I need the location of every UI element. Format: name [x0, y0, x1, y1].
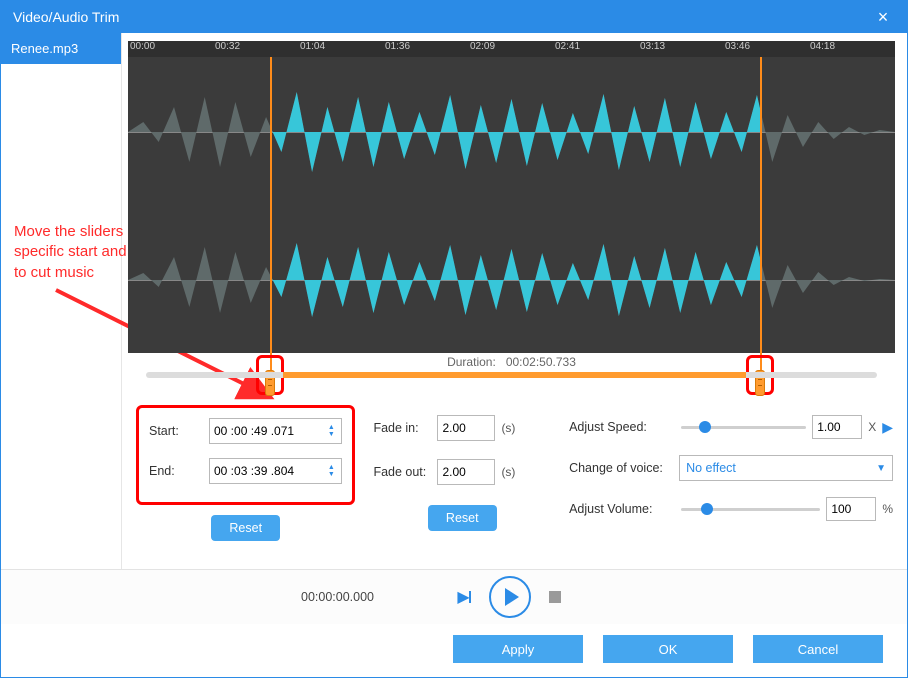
- reset-time-button[interactable]: Reset: [211, 515, 280, 541]
- volume-slider[interactable]: [681, 500, 820, 518]
- duration-label: Duration:: [447, 355, 496, 369]
- down-icon[interactable]: ▼: [325, 431, 337, 438]
- jump-end-icon[interactable]: ▶: [457, 587, 470, 607]
- up-icon[interactable]: ▲: [325, 424, 337, 431]
- start-time-input[interactable]: ▲▼: [209, 418, 342, 444]
- volume-value-input[interactable]: [826, 497, 876, 521]
- time-track[interactable]: Duration: 00:02:50.733: [140, 353, 883, 397]
- up-icon[interactable]: ▲: [325, 464, 337, 471]
- voice-value: No effect: [686, 461, 736, 475]
- playback-time: 00:00:00.000: [301, 590, 374, 604]
- start-label: Start:: [149, 424, 209, 438]
- end-time-input[interactable]: ▲▼: [209, 458, 342, 484]
- chevron-down-icon: ▼: [876, 463, 886, 474]
- ruler-tick: 03:13: [640, 41, 725, 57]
- play-icon: [505, 588, 519, 606]
- ruler-tick: 02:41: [555, 41, 640, 57]
- wave-selected: [270, 67, 760, 197]
- cancel-button[interactable]: Cancel: [753, 635, 883, 663]
- reset-fade-button[interactable]: Reset: [428, 505, 497, 531]
- ruler-tick: 00:32: [215, 41, 300, 57]
- voice-label: Change of voice:: [569, 461, 679, 475]
- waveform-area[interactable]: [128, 57, 895, 353]
- apply-button[interactable]: Apply: [453, 635, 583, 663]
- play-button[interactable]: [489, 576, 531, 618]
- stop-button[interactable]: [549, 591, 561, 603]
- fade-unit: (s): [501, 465, 515, 479]
- dialog-buttons: Apply OK Cancel: [1, 624, 907, 674]
- fade-unit: (s): [501, 421, 515, 435]
- time-range-box: Start: ▲▼ End: ▲▼: [136, 405, 355, 505]
- fade-out-label: Fade out:: [373, 465, 437, 479]
- end-label: End:: [149, 464, 209, 478]
- trim-end-marker[interactable]: [760, 57, 762, 391]
- fade-in-label: Fade in:: [373, 421, 437, 435]
- voice-select[interactable]: No effect ▼: [679, 455, 893, 481]
- ruler-tick: 03:46: [725, 41, 810, 57]
- ruler-tick: 01:36: [385, 41, 470, 57]
- speed-value-input[interactable]: [812, 415, 862, 439]
- time-ruler: 00:00 00:32 01:04 01:36 02:09 02:41 03:1…: [128, 41, 895, 57]
- file-tab[interactable]: Renee.mp3: [1, 33, 121, 64]
- titlebar: Video/Audio Trim ×: [1, 1, 907, 33]
- ruler-tick: 02:09: [470, 41, 555, 57]
- ruler-tick: 01:04: [300, 41, 385, 57]
- fade-in-input[interactable]: [437, 415, 495, 441]
- duration-value: 00:02:50.733: [506, 355, 576, 369]
- sidebar: Renee.mp3 Move the sliders or set the sp…: [1, 33, 122, 569]
- close-icon[interactable]: ×: [871, 7, 895, 28]
- playback-bar: 00:00:00.000 ▶: [1, 570, 907, 624]
- preview-speed-icon[interactable]: ▶: [882, 419, 893, 436]
- speed-label: Adjust Speed:: [569, 420, 679, 434]
- volume-label: Adjust Volume:: [569, 502, 679, 516]
- wave-selected: [270, 215, 760, 345]
- down-icon[interactable]: ▼: [325, 471, 337, 478]
- ruler-tick: 04:18: [810, 41, 895, 57]
- volume-unit: %: [882, 502, 893, 516]
- speed-unit: X: [868, 420, 876, 434]
- fade-out-input[interactable]: [437, 459, 495, 485]
- waveform-timeline: 00:00 00:32 01:04 01:36 02:09 02:41 03:1…: [128, 41, 895, 397]
- window-title: Video/Audio Trim: [13, 9, 871, 25]
- ruler-tick: 00:00: [130, 41, 215, 57]
- ok-button[interactable]: OK: [603, 635, 733, 663]
- speed-slider[interactable]: [681, 418, 806, 436]
- trim-start-marker[interactable]: [270, 57, 272, 391]
